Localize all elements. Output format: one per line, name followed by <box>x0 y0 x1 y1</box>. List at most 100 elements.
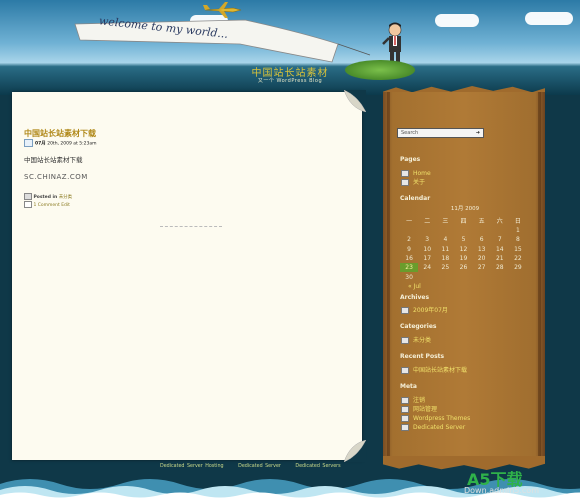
folder-icon <box>24 193 32 200</box>
calendar-weekday: 一 <box>406 217 413 225</box>
calendar-day <box>473 272 491 281</box>
sidebar-stripe <box>387 92 390 464</box>
bullet-icon <box>401 179 409 186</box>
post-footer: Posted in 未分类 1 Comment Edit <box>24 193 72 209</box>
meta-link-themes[interactable]: Wordpress Themes <box>401 414 470 423</box>
calendar-day: 24 <box>423 264 432 272</box>
bullet-icon <box>401 406 409 413</box>
page-curl-icon <box>344 440 366 462</box>
calendar-day <box>454 272 472 281</box>
calendar-week: 23 24 25 26 27 28 29 <box>400 263 527 273</box>
calendar-prev-link[interactable]: « Jul <box>408 283 530 290</box>
calendar-day <box>436 272 454 281</box>
post-url-text: SC.CHINAZ.COM <box>24 173 88 181</box>
calendar-week: 9 10 11 12 13 14 15 <box>400 245 527 254</box>
calendar-day: 30 <box>405 273 413 281</box>
cloud <box>435 14 479 27</box>
calendar-day: 6 <box>479 236 484 244</box>
calendar-day: 5 <box>461 236 466 244</box>
calendar-day <box>418 226 436 235</box>
calendar-day: 2 <box>407 236 411 244</box>
calendar-weekday: 六 <box>496 217 503 225</box>
calendar-day: 28 <box>495 264 504 272</box>
recent-posts-list: 中国站长站素材下载 <box>401 366 467 375</box>
watermark-url: Down.admin5.com <box>464 486 539 495</box>
archives-heading: Archives <box>400 294 430 301</box>
post-date-rest: 20th, 2009 at 5:23am <box>47 141 97 147</box>
calendar-day: 22 <box>514 255 522 263</box>
search-placeholder: Search <box>401 130 419 136</box>
calendar-icon <box>24 139 33 147</box>
calendar-day: 10 <box>423 245 432 253</box>
meta-link-server[interactable]: Dedicated Server <box>401 423 470 432</box>
archives-list: 2009年07月 <box>401 306 448 315</box>
page-curl-icon <box>344 90 366 112</box>
categories-heading: Categories <box>400 323 437 330</box>
calendar-day: 12 <box>459 245 468 253</box>
calendar-day: 19 <box>459 255 468 263</box>
calendar-day: 17 <box>423 255 432 263</box>
post-category-link[interactable]: 未分类 <box>59 195 73 200</box>
footer-link[interactable]: Dedicated Server Hosting <box>160 464 224 469</box>
bullet-icon <box>401 424 409 431</box>
pages-list: Home 关于 <box>401 169 431 187</box>
calendar-day <box>418 272 436 281</box>
calendar-day: 27 <box>477 264 486 272</box>
content-area: 中国站长站素材下载 07月 20th, 2009 at 5:23am 中国站长站… <box>12 90 366 462</box>
calendar-week: 1 <box>400 226 527 235</box>
calendar-day: 16 <box>405 255 413 263</box>
calendar-day <box>473 226 491 235</box>
bullet-icon <box>401 367 409 374</box>
posted-in-label: Posted in <box>33 195 58 200</box>
post-title-link[interactable]: 中国站长站素材下载 <box>24 128 96 139</box>
search-arrow-icon[interactable]: ➜ <box>476 129 480 137</box>
calendar-day: 8 <box>516 236 520 244</box>
page-link-about[interactable]: 关于 <box>401 178 431 187</box>
calendar-day <box>400 226 418 235</box>
calendar-day: 13 <box>477 245 486 253</box>
calendar-weekday: 二 <box>424 217 431 225</box>
calendar-caption: 11月 2009 <box>450 206 480 212</box>
calendar-week: 30 <box>400 272 527 281</box>
bullet-icon <box>401 170 409 177</box>
calendar-day: 1 <box>516 227 520 235</box>
meta-link-logout[interactable]: 注销 <box>401 396 470 405</box>
calendar-weekday: 五 <box>478 217 485 225</box>
calendar-day: 18 <box>441 255 450 263</box>
page-link-home[interactable]: Home <box>401 169 431 178</box>
calendar-day: 26 <box>459 264 468 272</box>
meta-link-admin[interactable]: 网站管理 <box>401 405 470 414</box>
category-link[interactable]: 未分类 <box>401 336 431 345</box>
calendar-weekday: 日 <box>514 217 521 225</box>
comment-icon <box>24 201 32 208</box>
calendar-day: 21 <box>495 255 504 263</box>
calendar-day <box>436 226 454 235</box>
post-body: 中国站长站素材下载 <box>24 156 83 164</box>
recent-post-link[interactable]: 中国站长站素材下载 <box>401 366 467 375</box>
calendar-widget: 11月 2009 一二三四五六日 1 2 3 4 5 6 7 8 9 10 11 12 13 14 15 16… <box>400 204 530 290</box>
recent-posts-heading: Recent Posts <box>400 353 445 360</box>
calendar-day: 9 <box>407 245 411 253</box>
cloud <box>525 12 573 25</box>
sidebar: Search ➜ Pages Home 关于 Calendar 11月 2009… <box>383 92 545 464</box>
calendar-day: 25 <box>441 264 450 272</box>
footer-link[interactable]: Dedicated Server <box>238 464 281 469</box>
calendar-day <box>491 272 509 281</box>
calendar-day: 15 <box>514 245 522 253</box>
bullet-icon <box>401 415 409 422</box>
calendar-weekday: 四 <box>460 217 467 225</box>
calendar-day-today: 23 <box>400 263 419 273</box>
bullet-icon <box>401 337 409 344</box>
post-date: 07月 20th, 2009 at 5:23am <box>24 139 97 147</box>
comments-link[interactable]: 1 Comment Edit <box>33 203 70 208</box>
calendar-day: 29 <box>514 264 522 272</box>
calendar-day <box>454 226 472 235</box>
meta-list: 注销 网站管理 Wordpress Themes Dedicated Serve… <box>401 396 470 432</box>
site-header: welcome to my world... 中国站长站素材 又一个 WordP… <box>0 0 580 95</box>
search-input[interactable]: Search ➜ <box>397 128 484 138</box>
bullet-icon <box>401 307 409 314</box>
calendar-day: 3 <box>425 236 430 244</box>
footer-link[interactable]: Dedicated Servers <box>295 464 340 469</box>
calendar-week: 16 17 18 19 20 21 22 <box>400 254 527 263</box>
archive-link[interactable]: 2009年07月 <box>401 306 448 315</box>
